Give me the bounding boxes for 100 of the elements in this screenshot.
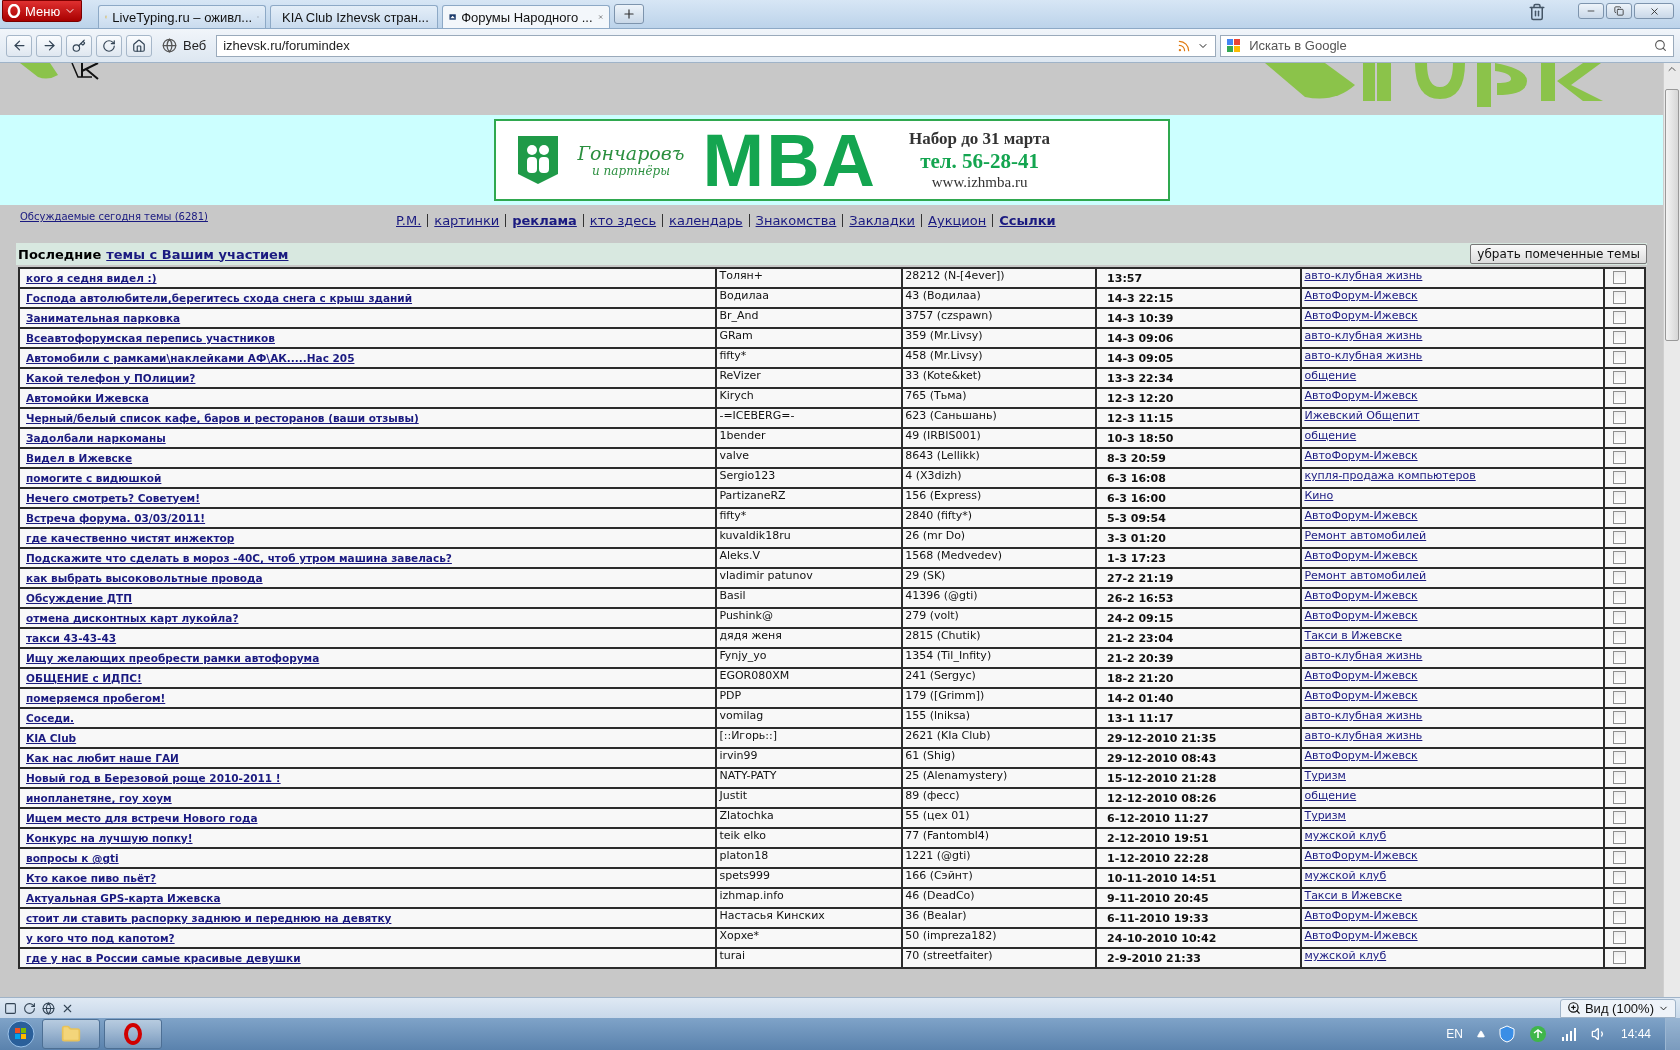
search-box[interactable]: Искать в Google bbox=[1220, 34, 1674, 57]
forward-button[interactable] bbox=[36, 34, 62, 57]
topic-link[interactable]: инопланетяне, гоу хоум bbox=[26, 792, 172, 804]
nav-link[interactable]: календарь bbox=[663, 213, 749, 228]
checkbox[interactable] bbox=[1612, 291, 1626, 304]
topic-link[interactable]: Занимательная парковка bbox=[26, 312, 181, 324]
address-field[interactable]: izhevsk.ru/forumindex bbox=[216, 34, 1217, 57]
panel-icon[interactable] bbox=[4, 1001, 17, 1015]
forum-link[interactable]: Туризм bbox=[1304, 810, 1346, 822]
forum-link[interactable]: общение bbox=[1304, 430, 1357, 442]
checkbox[interactable] bbox=[1612, 331, 1626, 344]
checkbox[interactable] bbox=[1612, 451, 1626, 464]
topic-link[interactable]: Кто какое пиво пьёт? bbox=[26, 872, 157, 884]
expand-tray-icon[interactable] bbox=[1476, 1030, 1485, 1038]
browser-tab[interactable]: LiveTyping.ru – оживл... bbox=[98, 5, 266, 28]
topic-link[interactable]: кого я седня видел :) bbox=[26, 272, 157, 284]
reload-button[interactable] bbox=[96, 34, 122, 57]
back-button[interactable] bbox=[6, 34, 32, 57]
explorer-taskbar-button[interactable] bbox=[42, 1019, 100, 1049]
new-tab-button[interactable] bbox=[614, 4, 644, 24]
forum-link[interactable]: Туризм bbox=[1304, 770, 1346, 782]
topic-link[interactable]: Автомойки Ижевска bbox=[26, 392, 149, 404]
network-icon[interactable] bbox=[1528, 1025, 1547, 1043]
checkbox[interactable] bbox=[1612, 851, 1626, 864]
checkbox[interactable] bbox=[1612, 891, 1626, 904]
forum-link[interactable]: мужской клуб bbox=[1304, 950, 1387, 962]
checkbox[interactable] bbox=[1612, 471, 1626, 484]
topic-link[interactable]: померяемся пробегом! bbox=[26, 692, 166, 704]
sync-icon[interactable] bbox=[23, 1001, 36, 1015]
search-icon[interactable] bbox=[1654, 39, 1667, 52]
forum-link[interactable]: общение bbox=[1304, 370, 1357, 382]
topic-link[interactable]: KIA Club bbox=[26, 732, 77, 744]
checkbox[interactable] bbox=[1612, 911, 1626, 924]
topic-link[interactable]: Обсуждение ДТП bbox=[26, 592, 133, 604]
topic-link[interactable]: отмена дисконтных карт лукойла? bbox=[26, 612, 239, 624]
nav-link[interactable]: Ссылки bbox=[993, 213, 1062, 228]
menu-button[interactable]: Меню bbox=[2, 0, 82, 22]
nav-link[interactable]: картинки bbox=[428, 213, 506, 228]
topic-link[interactable]: где качественно чистят инжектор bbox=[26, 532, 235, 544]
checkbox[interactable] bbox=[1612, 871, 1626, 884]
checkbox[interactable] bbox=[1612, 671, 1626, 684]
close-button[interactable] bbox=[1634, 3, 1674, 19]
checkbox[interactable] bbox=[1612, 811, 1626, 824]
search-field[interactable]: Искать в Google bbox=[1247, 37, 1648, 54]
topic-link[interactable]: помогите с видюшкой bbox=[26, 472, 162, 484]
topic-link[interactable]: Нечего смотреть? Советуем! bbox=[26, 492, 200, 504]
topic-link[interactable]: вопросы к @gti bbox=[26, 852, 119, 864]
checkbox[interactable] bbox=[1612, 491, 1626, 504]
scrollbar-thumb[interactable] bbox=[1665, 89, 1679, 341]
topic-link[interactable]: у кого что под капотом? bbox=[26, 932, 175, 944]
checkbox[interactable] bbox=[1612, 431, 1626, 444]
zoom-button[interactable]: Вид (100%) bbox=[1559, 998, 1676, 1018]
checkbox[interactable] bbox=[1612, 751, 1626, 764]
topic-link[interactable]: Конкурс на лучшую попку! bbox=[26, 832, 193, 844]
nav-link[interactable]: кто здесь bbox=[583, 213, 663, 228]
checkbox[interactable] bbox=[1612, 731, 1626, 744]
participation-link[interactable]: темы с Вашим участием bbox=[106, 246, 289, 262]
checkbox[interactable] bbox=[1612, 691, 1626, 704]
checkbox[interactable] bbox=[1612, 571, 1626, 584]
topic-link[interactable]: Видел в Ижевске bbox=[26, 452, 133, 464]
today-topics-link[interactable]: Обсуждаемые сегодня темы (6281) bbox=[20, 211, 390, 222]
topic-link[interactable]: Как нас любит наше ГАИ bbox=[26, 752, 179, 764]
topic-link[interactable]: Ищем место для встречи Нового года bbox=[26, 812, 258, 824]
forum-link[interactable]: общение bbox=[1304, 790, 1357, 802]
checkbox[interactable] bbox=[1612, 371, 1626, 384]
checkbox[interactable] bbox=[1612, 951, 1626, 964]
forum-link[interactable]: мужской клуб bbox=[1304, 870, 1387, 882]
remove-marked-button[interactable]: убрать помеченные темы bbox=[1470, 244, 1647, 264]
forum-link[interactable]: Такси в Ижевске bbox=[1304, 890, 1403, 902]
checkbox[interactable] bbox=[1612, 831, 1626, 844]
forum-link[interactable]: Такси в Ижевске bbox=[1304, 630, 1403, 642]
checkbox[interactable] bbox=[1612, 611, 1626, 624]
topic-link[interactable]: Задолбали наркоманы bbox=[26, 432, 166, 444]
checkbox[interactable] bbox=[1612, 311, 1626, 324]
forum-link[interactable]: мужской клуб bbox=[1304, 830, 1387, 842]
start-button[interactable] bbox=[4, 1019, 38, 1049]
checkbox[interactable] bbox=[1612, 791, 1626, 804]
checkbox[interactable] bbox=[1612, 631, 1626, 644]
checkbox[interactable] bbox=[1612, 591, 1626, 604]
rss-icon[interactable] bbox=[1177, 38, 1192, 53]
key-button[interactable] bbox=[66, 34, 92, 57]
browser-tab[interactable]: Форумы Народного ... bbox=[442, 5, 610, 28]
nav-link[interactable]: реклама bbox=[506, 213, 583, 228]
checkbox[interactable] bbox=[1612, 931, 1626, 944]
checkbox[interactable] bbox=[1612, 511, 1626, 524]
checkbox[interactable] bbox=[1612, 411, 1626, 424]
browser-taskbar-button[interactable] bbox=[104, 1019, 162, 1049]
topic-link[interactable]: такси 43-43-43 bbox=[26, 632, 117, 644]
checkbox[interactable] bbox=[1612, 651, 1626, 664]
forum-link[interactable]: Кино bbox=[1304, 490, 1334, 502]
checkbox[interactable] bbox=[1612, 531, 1626, 544]
minimize-button[interactable] bbox=[1578, 3, 1604, 19]
checkbox[interactable] bbox=[1612, 771, 1626, 784]
checkbox[interactable] bbox=[1612, 551, 1626, 564]
checkbox[interactable] bbox=[1612, 391, 1626, 404]
topic-link[interactable]: Соседи. bbox=[26, 712, 75, 724]
topic-link[interactable]: Встреча форума. 03/03/2011! bbox=[26, 512, 206, 524]
signal-icon[interactable] bbox=[1560, 1027, 1577, 1041]
nav-link[interactable]: P.M. bbox=[390, 213, 428, 228]
checkbox[interactable] bbox=[1612, 711, 1626, 724]
